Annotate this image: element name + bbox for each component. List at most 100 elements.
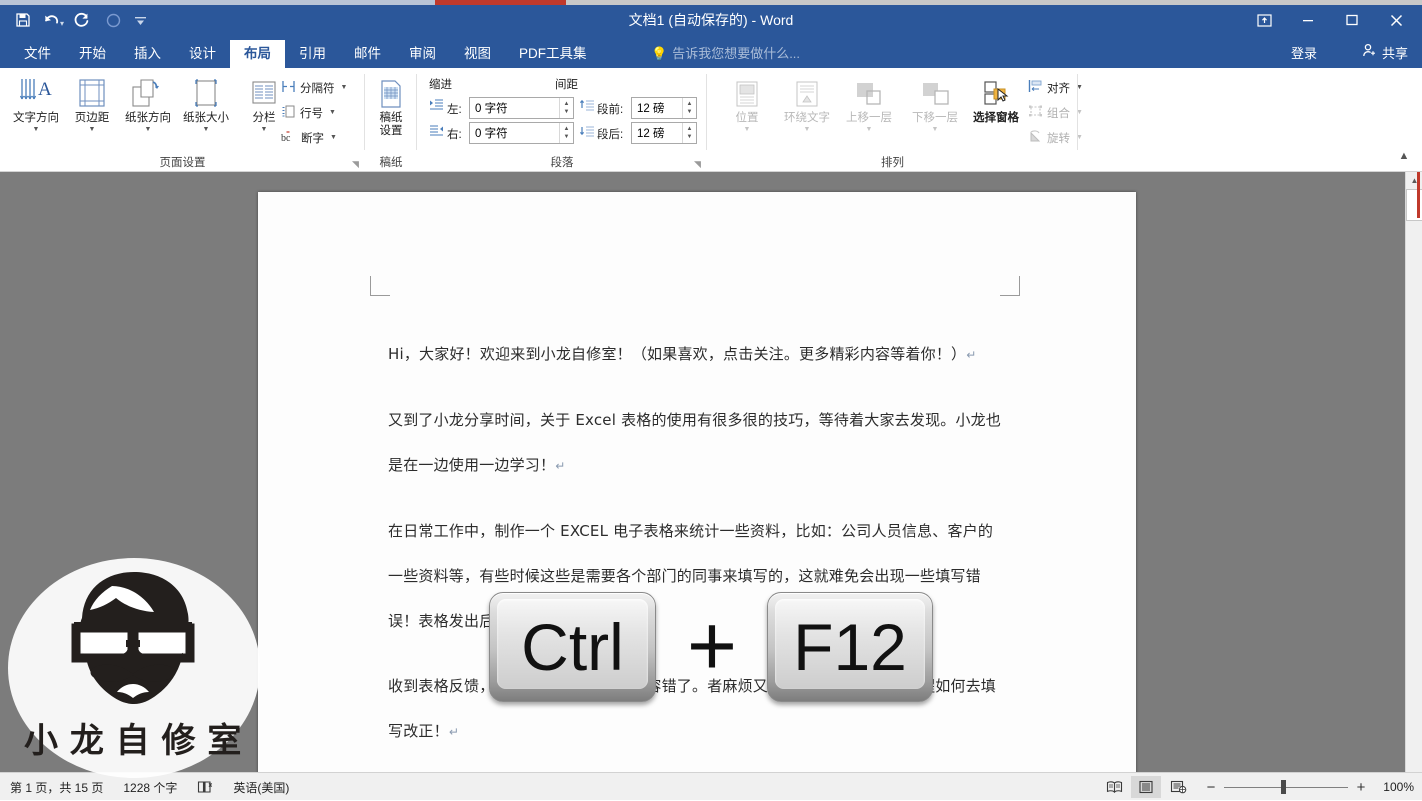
selection-pane-button[interactable]: 选择窗格: [963, 72, 1029, 146]
space-before-spinner[interactable]: ▲ ▼: [682, 98, 696, 118]
chevron-down-icon[interactable]: ▼: [804, 126, 811, 133]
zoom-level-label[interactable]: 100%: [1374, 780, 1414, 794]
indent-right-field[interactable]: 0 字符 ▲ ▼: [469, 122, 574, 144]
web-layout-icon[interactable]: [1163, 776, 1193, 798]
minimize-button[interactable]: [1286, 3, 1330, 37]
space-before-field[interactable]: 12 磅 ▲ ▼: [631, 97, 697, 119]
language-status[interactable]: 英语(美国): [233, 779, 289, 796]
zoom-in-button[interactable]: +: [1355, 779, 1367, 796]
tab-layout[interactable]: 布局: [230, 40, 285, 68]
orientation-button[interactable]: 纸张方向 ▼: [118, 72, 178, 146]
chevron-down-icon[interactable]: ▼: [203, 126, 210, 133]
margins-button[interactable]: 页边距 ▼: [62, 72, 122, 146]
grid-paper-icon: [377, 75, 405, 109]
video-progress-strip[interactable]: [0, 0, 1422, 5]
document-text[interactable]: Hi，大家好！欢迎来到小龙自修室！（如果喜欢，点击关注。更多精彩内容等着你！）↵…: [388, 332, 1008, 775]
chevron-down-icon[interactable]: ▼: [932, 126, 939, 133]
tab-insert[interactable]: 插入: [120, 40, 175, 68]
send-backward-icon: [919, 75, 951, 109]
line-numbers-button[interactable]: 行号 ▼: [278, 101, 339, 124]
text-direction-button[interactable]: A 文字方向 ▼: [6, 72, 66, 146]
chevron-down-icon[interactable]: ▼: [866, 126, 873, 133]
chevron-down-icon[interactable]: ▼: [33, 126, 40, 133]
word-count[interactable]: 1228 个字: [123, 779, 177, 796]
text-direction-icon: A: [18, 75, 54, 109]
tab-pdf-tools[interactable]: PDF工具集: [505, 40, 601, 68]
hyphenation-label: 断字: [301, 132, 324, 145]
grid-paper-group-label: 稿纸: [379, 157, 403, 169]
redo-icon[interactable]: [66, 5, 96, 35]
tab-mailings[interactable]: 邮件: [340, 40, 395, 68]
tell-me-search[interactable]: 💡 告诉我您想要做什么...: [651, 40, 800, 68]
breaks-button[interactable]: 分隔符 ▼: [278, 76, 350, 99]
progress-buffer-red: [435, 0, 566, 5]
title-bar: ▾ 文档1 (自动保存的) - Word: [0, 0, 1422, 40]
zoom-slider-track: [1224, 786, 1348, 788]
chevron-down-icon[interactable]: ▼: [329, 109, 336, 116]
undo-dropdown-icon[interactable]: ▾: [60, 19, 64, 28]
chevron-down-icon[interactable]: ▼: [145, 126, 152, 133]
tab-file[interactable]: 文件: [10, 40, 65, 68]
space-after-field[interactable]: 12 磅 ▲ ▼: [631, 122, 697, 144]
chevron-down-icon[interactable]: ▼: [261, 126, 268, 133]
collapse-ribbon-icon[interactable]: ▲: [1394, 146, 1414, 166]
grid-paper-label-line1: 稿纸: [379, 112, 403, 124]
read-mode-icon[interactable]: [1099, 776, 1129, 798]
page-info[interactable]: 第 1 页，共 15 页: [10, 779, 103, 796]
sign-in-button[interactable]: 登录: [1291, 40, 1317, 68]
space-after-spinner[interactable]: ▲ ▼: [682, 123, 696, 143]
send-backward-button[interactable]: 下移一层 ▼: [905, 72, 965, 146]
customize-qat-icon[interactable]: [130, 5, 150, 35]
paragraph-group-label: 段落: [550, 157, 574, 169]
key-f12: F12: [767, 592, 933, 702]
scrollbar-red-marker: [1417, 172, 1420, 218]
zoom-slider-knob[interactable]: [1281, 780, 1286, 794]
paper-size-icon: [191, 75, 221, 109]
circle-icon[interactable]: [98, 5, 128, 35]
save-icon[interactable]: [8, 5, 38, 35]
indent-left-field[interactable]: 0 字符 ▲ ▼: [469, 97, 574, 119]
undo-icon[interactable]: [40, 5, 62, 35]
tab-review[interactable]: 审阅: [395, 40, 450, 68]
zoom-slider[interactable]: [1224, 780, 1348, 794]
vertical-scrollbar[interactable]: ▲: [1405, 172, 1422, 772]
share-button[interactable]: 共享: [1362, 40, 1408, 68]
tab-view[interactable]: 视图: [450, 40, 505, 68]
page-setup-group-label: 页面设置: [159, 157, 206, 169]
margins-label: 页边距: [74, 112, 110, 124]
hyphenation-button[interactable]: bc 断字 ▼: [278, 126, 340, 149]
chevron-down-icon[interactable]: ▼: [341, 84, 348, 91]
paper-size-label: 纸张大小: [183, 112, 229, 124]
orientation-icon: [131, 75, 165, 109]
tab-home[interactable]: 开始: [65, 40, 120, 68]
ribbon-display-options-icon[interactable]: [1242, 3, 1286, 37]
columns-label: 分栏: [252, 112, 276, 124]
group-objects-icon: [1028, 104, 1043, 121]
status-right: − + 100%: [1099, 773, 1414, 801]
paper-size-button[interactable]: 纸张大小 ▼: [176, 72, 236, 146]
chevron-down-icon[interactable]: ▼: [744, 126, 751, 133]
wrap-text-button[interactable]: 环绕文字 ▼: [777, 72, 837, 146]
chevron-down-icon[interactable]: ▼: [89, 126, 96, 133]
maximize-button[interactable]: [1330, 3, 1374, 37]
tab-design[interactable]: 设计: [175, 40, 230, 68]
indent-left-spinner[interactable]: ▲ ▼: [559, 98, 573, 118]
breaks-label: 分隔符: [300, 82, 335, 95]
space-after-icon: [579, 124, 595, 143]
indent-header: 缩进: [429, 79, 452, 91]
indent-right-spinner[interactable]: ▲ ▼: [559, 123, 573, 143]
grid-paper-settings-button[interactable]: 稿纸 设置: [361, 72, 421, 146]
arrange-group-label: 排列: [881, 157, 904, 169]
bring-forward-button[interactable]: 上移一层 ▼: [839, 72, 899, 146]
svg-text:小 龙 自 修 室: 小 龙 自 修 室: [24, 721, 241, 761]
position-button[interactable]: 位置 ▼: [717, 72, 777, 146]
close-button[interactable]: [1374, 3, 1418, 37]
space-after-value: 12 磅: [637, 128, 665, 140]
print-layout-icon[interactable]: [1131, 776, 1161, 798]
tell-me-placeholder: 告诉我您想要做什么...: [672, 46, 801, 61]
zoom-out-button[interactable]: −: [1205, 779, 1217, 796]
share-person-icon: [1362, 40, 1377, 68]
tab-references[interactable]: 引用: [285, 40, 340, 68]
proofing-errors-icon[interactable]: [197, 780, 213, 794]
chevron-down-icon[interactable]: ▼: [330, 134, 337, 141]
